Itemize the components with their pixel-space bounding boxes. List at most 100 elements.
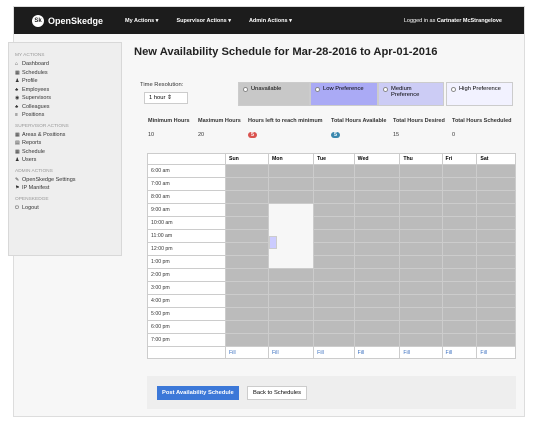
availability-cell[interactable]	[353, 164, 401, 178]
availability-cell[interactable]	[476, 307, 516, 321]
availability-cell[interactable]	[267, 190, 315, 204]
availability-cell[interactable]	[225, 320, 269, 334]
availability-cell[interactable]	[353, 333, 401, 347]
availability-cell[interactable]	[313, 255, 355, 269]
availability-cell[interactable]	[225, 190, 269, 204]
post-availability-button[interactable]: Post Availability Schedule	[157, 386, 239, 400]
availability-cell[interactable]	[267, 320, 315, 334]
radio-icon[interactable]	[315, 87, 320, 92]
availability-cell[interactable]	[476, 294, 516, 308]
sidebar-item-employees[interactable]: ♣ Employees	[15, 86, 115, 95]
availability-cell[interactable]	[441, 164, 478, 178]
sidebar-item-colleagues[interactable]: ♣ Colleagues	[15, 103, 115, 112]
availability-cell[interactable]	[399, 177, 443, 191]
availability-cell[interactable]	[476, 164, 516, 178]
availability-cell[interactable]	[225, 177, 269, 191]
availability-cell[interactable]	[353, 320, 401, 334]
availability-cell[interactable]	[399, 268, 443, 282]
fill-link[interactable]: Fill	[441, 346, 478, 359]
availability-cell[interactable]	[476, 281, 516, 295]
availability-cell[interactable]	[353, 203, 401, 217]
availability-cell[interactable]	[441, 281, 478, 295]
availability-cell[interactable]	[476, 255, 516, 269]
availability-cell[interactable]	[267, 281, 315, 295]
nav-admin-actions[interactable]: Admin Actions ▾	[249, 18, 292, 24]
nav-supervisor-actions[interactable]: Supervisor Actions ▾	[176, 18, 231, 24]
availability-cell[interactable]	[353, 268, 401, 282]
availability-cell[interactable]	[225, 229, 269, 243]
availability-cell[interactable]	[441, 190, 478, 204]
availability-cell[interactable]	[476, 203, 516, 217]
availability-cell[interactable]	[353, 216, 401, 230]
sidebar-item-reports[interactable]: ▤ Reports	[15, 139, 115, 148]
availability-cell[interactable]	[313, 190, 355, 204]
availability-cell[interactable]	[313, 216, 355, 230]
availability-cell[interactable]	[267, 268, 315, 282]
availability-cell[interactable]	[441, 216, 478, 230]
availability-cell[interactable]	[313, 242, 355, 256]
sidebar-item-users[interactable]: ♟ Users	[15, 156, 115, 165]
availability-cell[interactable]	[441, 320, 478, 334]
user-name[interactable]: Cartnater McStrangelove	[437, 18, 502, 24]
availability-cell[interactable]	[353, 281, 401, 295]
sidebar-item-dashboard[interactable]: ⌂ Dashboard	[15, 60, 115, 69]
availability-cell[interactable]	[267, 294, 315, 308]
availability-cell[interactable]	[353, 294, 401, 308]
radio-icon[interactable]	[451, 87, 456, 92]
fill-link[interactable]: Fill	[225, 346, 269, 359]
availability-cell[interactable]	[225, 333, 269, 347]
availability-cell[interactable]	[399, 203, 443, 217]
availability-cell[interactable]	[225, 294, 269, 308]
availability-cell[interactable]	[267, 177, 315, 191]
availability-cell[interactable]	[313, 203, 355, 217]
availability-cell[interactable]	[476, 242, 516, 256]
sidebar-item-supervisors[interactable]: ◉ Supervisors	[15, 94, 115, 103]
availability-cell[interactable]	[441, 242, 478, 256]
sidebar-item-positions[interactable]: ≡ Positions	[15, 111, 115, 120]
availability-cell[interactable]	[353, 190, 401, 204]
availability-cell[interactable]	[267, 307, 315, 321]
availability-cell[interactable]	[476, 333, 516, 347]
fill-link[interactable]: Fill	[476, 346, 516, 359]
sidebar-item-profile[interactable]: ♟ Profile	[15, 77, 115, 86]
availability-cell[interactable]	[441, 294, 478, 308]
availability-cell[interactable]	[225, 307, 269, 321]
back-to-schedules-button[interactable]: Back to Schedules	[247, 386, 308, 400]
pref-low[interactable]: Low Preference	[310, 82, 378, 106]
fill-link[interactable]: Fill	[399, 346, 443, 359]
radio-icon[interactable]	[383, 87, 388, 92]
brand[interactable]: Sk OpenSkedge	[32, 14, 103, 27]
availability-cell[interactable]	[441, 229, 478, 243]
availability-cell[interactable]	[225, 164, 269, 178]
availability-cell[interactable]	[476, 268, 516, 282]
sidebar-item-ip-manifest[interactable]: ⚑ IP Manifest	[15, 184, 115, 193]
availability-cell[interactable]	[268, 235, 277, 249]
availability-cell[interactable]	[313, 164, 355, 178]
availability-cell[interactable]	[225, 281, 269, 295]
availability-cell[interactable]	[399, 307, 443, 321]
availability-cell[interactable]	[441, 203, 478, 217]
availability-cell[interactable]	[441, 268, 478, 282]
availability-cell[interactable]	[399, 255, 443, 269]
availability-cell[interactable]	[399, 281, 443, 295]
nav-my-actions[interactable]: My Actions ▾	[125, 18, 158, 24]
availability-cell[interactable]	[353, 229, 401, 243]
availability-cell[interactable]	[313, 281, 355, 295]
pref-unavailable[interactable]: Unavailable	[238, 82, 310, 106]
availability-cell[interactable]	[313, 229, 355, 243]
availability-cell[interactable]	[441, 307, 478, 321]
availability-cell[interactable]	[399, 229, 443, 243]
availability-cell[interactable]	[441, 255, 478, 269]
fill-link[interactable]: Fill	[353, 346, 401, 359]
availability-cell[interactable]	[313, 333, 355, 347]
availability-cell[interactable]	[353, 242, 401, 256]
availability-cell[interactable]	[441, 333, 478, 347]
availability-cell[interactable]	[225, 203, 269, 217]
availability-cell[interactable]	[225, 242, 269, 256]
availability-cell[interactable]	[353, 177, 401, 191]
availability-cell[interactable]	[399, 190, 443, 204]
availability-cell[interactable]	[399, 294, 443, 308]
sidebar-item-logout[interactable]: ⏻ Logout	[15, 204, 115, 213]
availability-cell[interactable]	[476, 229, 516, 243]
availability-cell[interactable]	[353, 255, 401, 269]
